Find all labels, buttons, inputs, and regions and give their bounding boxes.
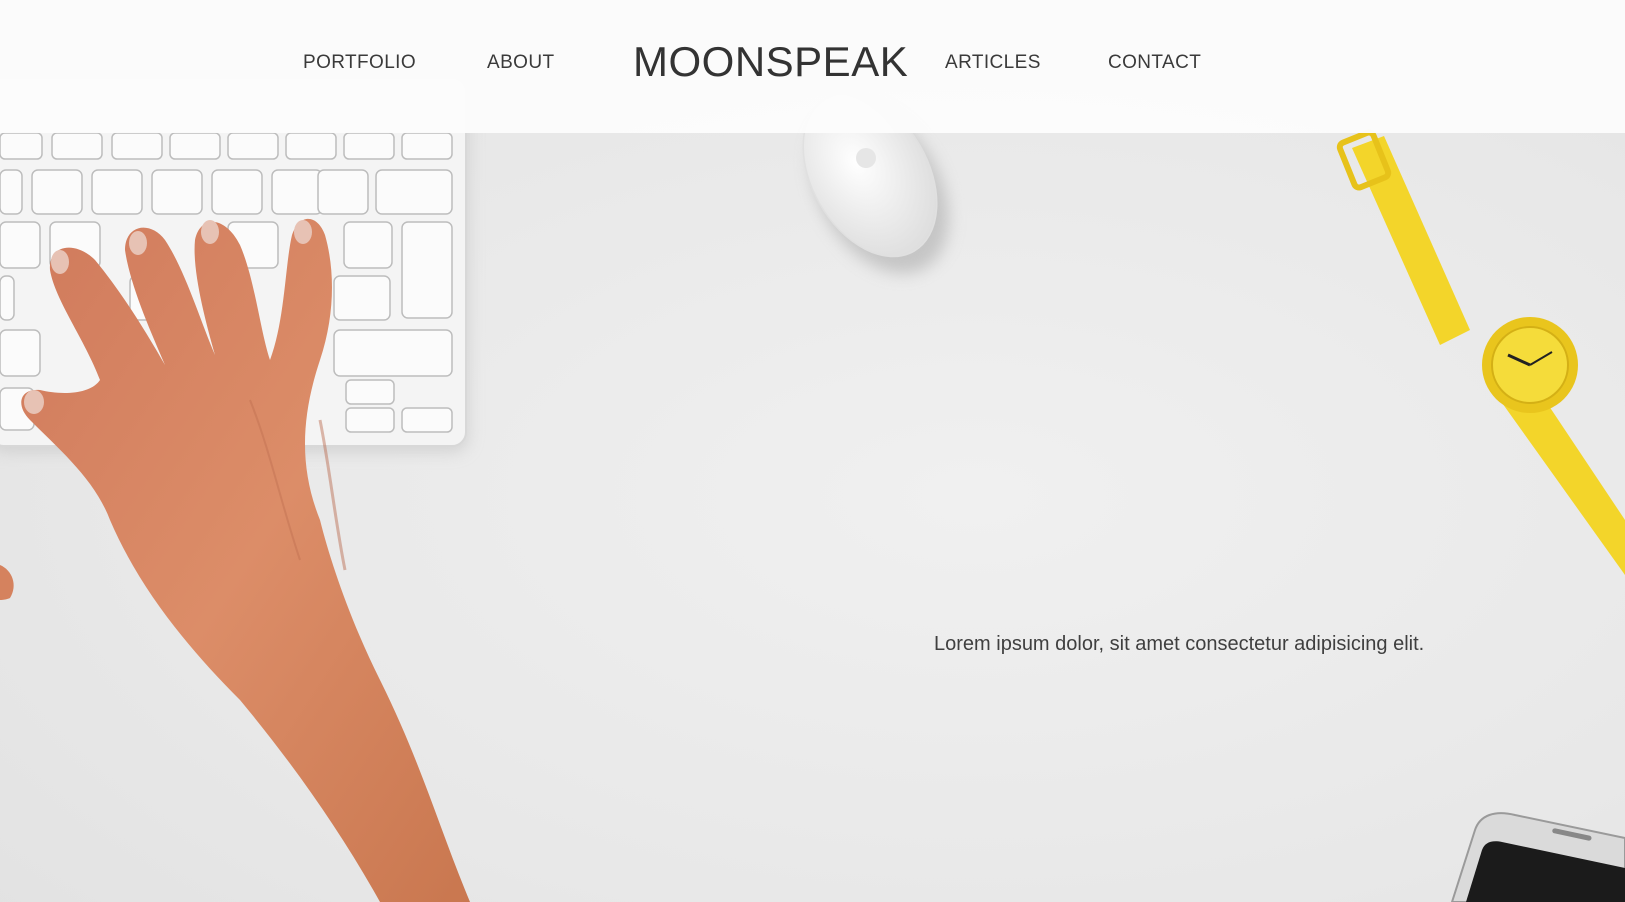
nav-link-contact[interactable]: CONTACT [1108, 52, 1201, 74]
hero-section: Lorem ipsum dolor, sit amet consectetur … [0, 0, 1625, 902]
hero-tagline: Lorem ipsum dolor, sit amet consectetur … [934, 633, 1425, 655]
hero-photo [0, 77, 1625, 902]
nav-link-portfolio[interactable]: PORTFOLIO [303, 52, 416, 74]
nav-link-about[interactable]: ABOUT [487, 52, 554, 74]
wristwatch-image [1336, 129, 1625, 575]
top-navigation: PORTFOLIO ABOUT MOONSPEAK ARTICLES CONTA… [0, 0, 1625, 133]
nav-link-articles[interactable]: ARTICLES [945, 52, 1041, 74]
brand-logo[interactable]: MOONSPEAK [633, 38, 908, 86]
smartphone-image [1450, 812, 1625, 902]
